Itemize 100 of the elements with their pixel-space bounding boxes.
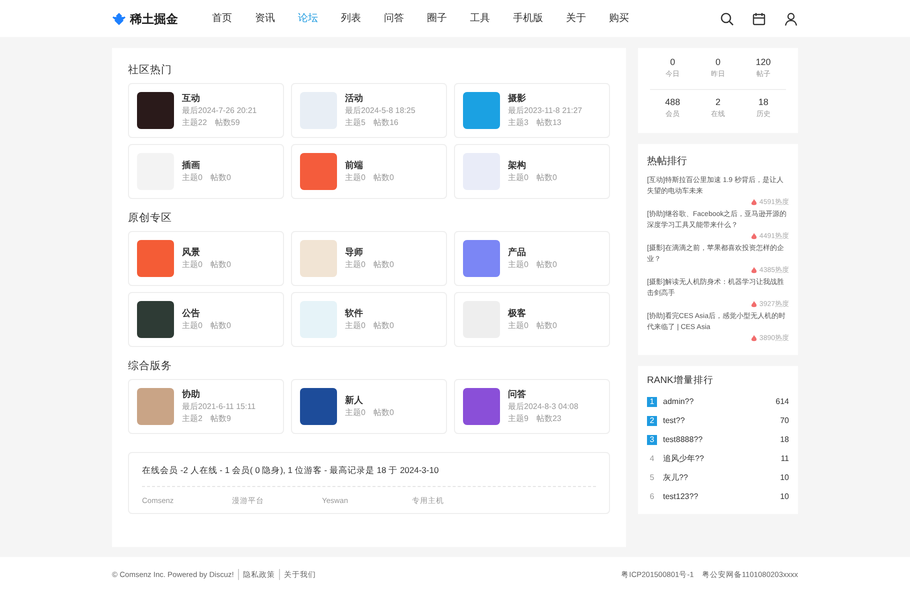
forum-card[interactable]: 插画 主题0 帖数0 xyxy=(128,144,284,199)
stat-value: 120 xyxy=(756,56,771,69)
nav-link[interactable]: 列表 xyxy=(341,11,361,26)
topic-count: 主题2 xyxy=(182,413,202,425)
topic-count: 主题0 xyxy=(182,172,202,184)
forum-name[interactable]: 风景 xyxy=(182,246,231,258)
nav-link[interactable]: 首页 xyxy=(212,11,232,26)
last-post-time: 最后2021-6-11 15:11 xyxy=(182,401,256,413)
topic-count: 主题0 xyxy=(182,259,202,271)
photo-placeholder xyxy=(137,240,174,277)
nav-link[interactable]: 购买 xyxy=(609,11,629,26)
forum-card[interactable]: 产品 主题0 帖数0 xyxy=(454,231,610,286)
photo-placeholder xyxy=(137,388,174,425)
topic-count: 主题0 xyxy=(345,172,366,184)
member-name[interactable]: 追风少年?? xyxy=(663,452,704,465)
forum-name[interactable]: 公告 xyxy=(182,307,231,319)
member-name[interactable]: test?? xyxy=(663,414,685,427)
stat-value: 0 xyxy=(715,56,720,69)
member-name[interactable]: admin?? xyxy=(663,396,694,408)
post-count: 帖数0 xyxy=(536,259,557,271)
member-name[interactable]: test123?? xyxy=(663,490,698,503)
post-count: 帖数0 xyxy=(536,320,557,332)
section-title: 原创专区 xyxy=(128,210,173,226)
card-title: RANK增量排行 xyxy=(647,374,714,388)
topic-count: 主题0 xyxy=(508,259,528,271)
forum-card[interactable]: 极客 主题0 帖数0 xyxy=(454,292,610,347)
photo-placeholder xyxy=(300,153,337,190)
forum-card[interactable]: 问答 最后2024-8-3 04:08 主题9 帖数23 xyxy=(454,379,610,434)
post-count: 帖数13 xyxy=(536,117,562,129)
photo-placeholder xyxy=(300,388,337,425)
post-count: 帖数0 xyxy=(373,320,394,332)
forum-card[interactable]: 公告 主题0 帖数0 xyxy=(128,292,284,347)
calendar-icon[interactable] xyxy=(752,12,766,26)
last-post-time: 最后2024-8-3 04:08 xyxy=(508,401,578,413)
user-icon[interactable] xyxy=(784,12,798,26)
member-name[interactable]: 灰儿?? xyxy=(663,472,688,484)
member-name[interactable]: test8888?? xyxy=(663,434,703,446)
search-icon[interactable] xyxy=(720,12,734,26)
photo-placeholder xyxy=(463,92,500,129)
post-count: 帖数0 xyxy=(210,320,231,332)
online-status: 在线会员 -2 人在线 - 1 会员( 0 隐身), 1 位游客 - 最高记录是 18 于 2024-3-10 xyxy=(142,464,440,477)
rank-score: 10 xyxy=(780,490,789,503)
photo-placeholder xyxy=(463,240,500,277)
topic-count: 主题22 xyxy=(182,117,207,129)
stat-value: 488 xyxy=(665,96,680,109)
forum-card[interactable]: 互动 最后2024-7-26 20:21 主题22 帖数59 xyxy=(128,83,284,138)
forum-name[interactable]: 问答 xyxy=(508,388,578,400)
forum-name[interactable]: 软件 xyxy=(345,307,394,319)
topic-count: 主题5 xyxy=(345,117,366,129)
nav-link[interactable]: 圈子 xyxy=(427,11,447,26)
forum-card[interactable]: 风景 主题0 帖数0 xyxy=(128,231,284,286)
nav-link[interactable]: 资讯 xyxy=(255,11,275,26)
forum-card[interactable]: 新人 主题0 帖数0 xyxy=(291,379,447,434)
post-count: 帖数59 xyxy=(214,117,240,129)
rank-score: 70 xyxy=(780,414,789,427)
photo-placeholder xyxy=(300,240,337,277)
forum-name[interactable]: 架构 xyxy=(508,159,557,171)
nav-link[interactable]: 工具 xyxy=(470,11,490,26)
forum-name[interactable]: 协助 xyxy=(182,388,256,400)
forum-card[interactable]: 软件 主题0 帖数0 xyxy=(291,292,447,347)
nav-link[interactable]: 问答 xyxy=(384,11,404,26)
nav-link[interactable]: 关于 xyxy=(566,11,586,26)
forum-name[interactable]: 插画 xyxy=(182,159,231,171)
photo-placeholder xyxy=(300,301,337,338)
forum-card[interactable]: 活动 最后2024-5-8 18:25 主题5 帖数16 xyxy=(291,83,447,138)
card-title: 热帖排行 xyxy=(647,154,688,169)
stat-value: 0 xyxy=(670,56,676,69)
forum-card[interactable]: 导师 主题0 帖数0 xyxy=(291,231,447,286)
forum-name[interactable]: 导师 xyxy=(345,246,394,258)
last-post-time: 最后2023-11-8 21:27 xyxy=(508,105,582,117)
forum-name[interactable]: 新人 xyxy=(345,394,394,406)
site-logo[interactable]: 稀土掘金 xyxy=(130,10,178,28)
forum-name[interactable]: 前端 xyxy=(345,159,394,171)
forum-name[interactable]: 互动 xyxy=(182,92,257,104)
rank-number: 4 xyxy=(648,454,656,464)
topic-count: 主题0 xyxy=(508,320,528,332)
forum-name[interactable]: 摄影 xyxy=(508,92,582,104)
post-count: 帖数23 xyxy=(536,413,562,425)
forum-card[interactable]: 前端 主题0 帖数0 xyxy=(291,144,447,199)
topic-count: 主题0 xyxy=(345,320,366,332)
rank-number: 3 xyxy=(647,434,657,445)
forum-card[interactable]: 架构 主题0 帖数0 xyxy=(454,144,610,199)
topic-count: 主题3 xyxy=(508,117,528,129)
forum-name[interactable]: 活动 xyxy=(345,92,416,104)
rank-score: 11 xyxy=(780,452,789,465)
forum-name[interactable]: 极客 xyxy=(508,307,557,319)
rank-number: 1 xyxy=(647,396,657,407)
post-count: 帖数0 xyxy=(373,259,394,271)
last-post-time: 最后2024-7-26 20:21 xyxy=(182,105,257,117)
topic-count: 主题0 xyxy=(345,259,366,271)
forum-card[interactable]: 协助 最后2021-6-11 15:11 主题2 帖数9 xyxy=(128,379,284,434)
nav-link[interactable]: 手机版 xyxy=(513,11,543,26)
forum-card[interactable]: 摄影 最后2023-11-8 21:27 主题3 帖数13 xyxy=(454,83,610,138)
stat-value: 2 xyxy=(715,96,720,109)
topic-count: 主题0 xyxy=(182,320,202,332)
forum-name[interactable]: 产品 xyxy=(508,246,557,258)
rank-number: 2 xyxy=(647,416,657,426)
topic-count: 主题0 xyxy=(508,172,528,184)
post-count: 帖数0 xyxy=(373,172,394,184)
photo-placeholder xyxy=(463,388,500,425)
